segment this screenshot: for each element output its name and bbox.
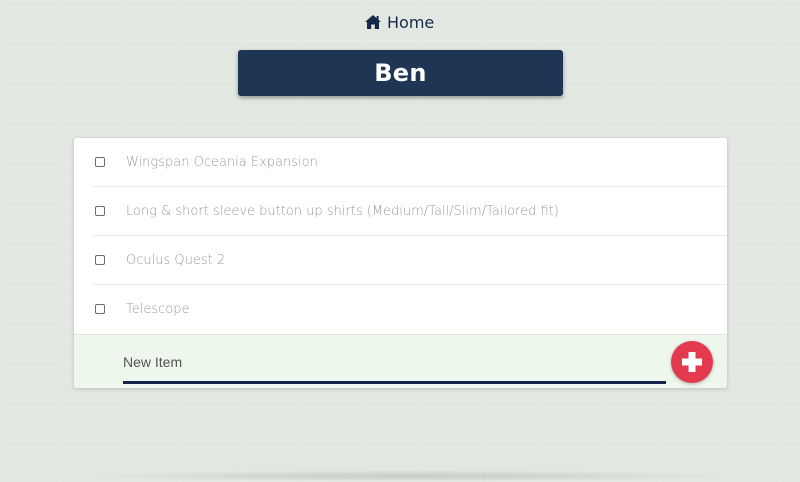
list-title-text: Ben — [374, 59, 427, 87]
wishlist-card: Wingspan Oceania Expansion Long & short … — [74, 138, 727, 388]
item-label: Wingspan Oceania Expansion — [126, 154, 318, 170]
item-checkbox[interactable] — [95, 206, 105, 216]
list-title: Ben — [238, 50, 563, 96]
new-item-input[interactable] — [123, 342, 666, 384]
item-label: Long & short sleeve button up shirts (Me… — [126, 203, 559, 219]
home-label: Home — [387, 12, 435, 32]
item-label: Oculus Quest 2 — [126, 252, 226, 268]
list-item: Oculus Quest 2 — [92, 236, 727, 285]
item-checkbox[interactable] — [95, 157, 105, 167]
plus-icon — [680, 350, 704, 374]
item-label: Telescope — [126, 301, 190, 317]
item-checkbox[interactable] — [95, 255, 105, 265]
item-checkbox[interactable] — [95, 304, 105, 314]
home-icon — [364, 14, 382, 30]
new-item-row — [74, 334, 727, 388]
list-item: Long & short sleeve button up shirts (Me… — [92, 187, 727, 236]
footer-shadow — [80, 470, 740, 482]
add-item-button[interactable] — [671, 341, 713, 383]
list-item: Wingspan Oceania Expansion — [92, 138, 727, 187]
list-item: Telescope — [92, 285, 727, 333]
home-link[interactable]: Home — [364, 11, 434, 33]
